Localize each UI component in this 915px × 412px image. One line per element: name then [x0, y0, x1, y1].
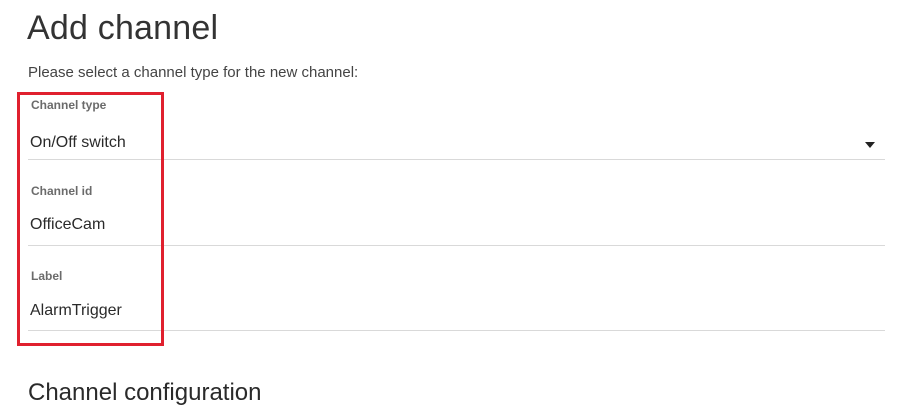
label-label: Label: [31, 269, 63, 283]
channel-id-input[interactable]: [30, 214, 730, 236]
channel-id-field[interactable]: Channel id: [28, 183, 885, 246]
channel-type-label: Channel type: [31, 98, 107, 112]
channel-configuration-heading: Channel configuration: [28, 379, 262, 406]
chevron-down-icon[interactable]: [865, 142, 875, 148]
page-subtitle: Please select a channel type for the new…: [28, 64, 359, 81]
channel-id-underline: [28, 245, 885, 246]
channel-id-label: Channel id: [31, 184, 93, 198]
add-channel-page: Add channel Please select a channel type…: [0, 0, 915, 412]
channel-type-underline: [28, 159, 885, 160]
label-underline: [28, 330, 885, 331]
label-input[interactable]: [30, 300, 730, 322]
channel-type-value[interactable]: On/Off switch: [30, 132, 730, 154]
label-field[interactable]: Label: [28, 268, 885, 331]
page-title: Add channel: [27, 9, 219, 47]
channel-type-select[interactable]: Channel type On/Off switch: [28, 97, 885, 160]
